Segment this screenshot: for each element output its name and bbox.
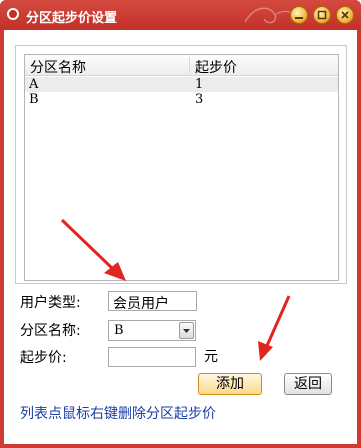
add-button[interactable]: 添加	[198, 373, 262, 395]
zone-name-selected-value: B	[114, 323, 124, 338]
column-header-zone-name[interactable]: 分区名称	[30, 57, 86, 77]
maximize-button[interactable]	[313, 6, 331, 24]
price-label: 起步价:	[20, 350, 67, 366]
back-button[interactable]: 返回	[284, 373, 332, 395]
table-row[interactable]: A 1	[25, 77, 338, 92]
price-unit: 元	[204, 349, 218, 365]
cell-zone-name: B	[29, 92, 39, 107]
zone-price-list[interactable]: 分区名称 起步价 A 1 B 3	[24, 54, 339, 281]
price-input[interactable]	[108, 347, 196, 367]
column-header-price[interactable]: 起步价	[195, 57, 237, 77]
table-row[interactable]: B 3	[25, 92, 338, 107]
title-bar[interactable]: 分区起步价设置	[0, 0, 361, 30]
app-icon	[7, 8, 19, 20]
zone-name-label: 分区名称:	[20, 323, 81, 339]
cell-zone-name: A	[29, 77, 39, 92]
minimize-button[interactable]	[290, 6, 308, 24]
close-icon	[341, 11, 349, 19]
zone-name-select[interactable]: B	[108, 320, 196, 341]
cell-price: 1	[195, 77, 204, 92]
close-button[interactable]	[336, 6, 354, 24]
chevron-down-icon	[183, 329, 190, 333]
list-header: 分区名称 起步价	[25, 55, 338, 76]
dropdown-button[interactable]	[179, 322, 194, 339]
column-separator[interactable]	[189, 57, 190, 73]
delete-hint-text: 列表点鼠标右键删除分区起步价	[20, 406, 216, 422]
app-window: 分区起步价设置 分区名称 起步价 A 1 B 3 用户类型: 会员用户 分区名称…	[0, 0, 361, 448]
maximize-icon	[317, 10, 327, 20]
user-type-field[interactable]: 会员用户	[108, 291, 197, 312]
user-type-label: 用户类型:	[20, 295, 81, 311]
cell-price: 3	[195, 92, 204, 107]
window-title: 分区起步价设置	[26, 11, 118, 26]
minimize-icon	[295, 17, 303, 19]
client-area: 分区名称 起步价 A 1 B 3 用户类型: 会员用户 分区名称: B 起步价:…	[4, 30, 357, 444]
